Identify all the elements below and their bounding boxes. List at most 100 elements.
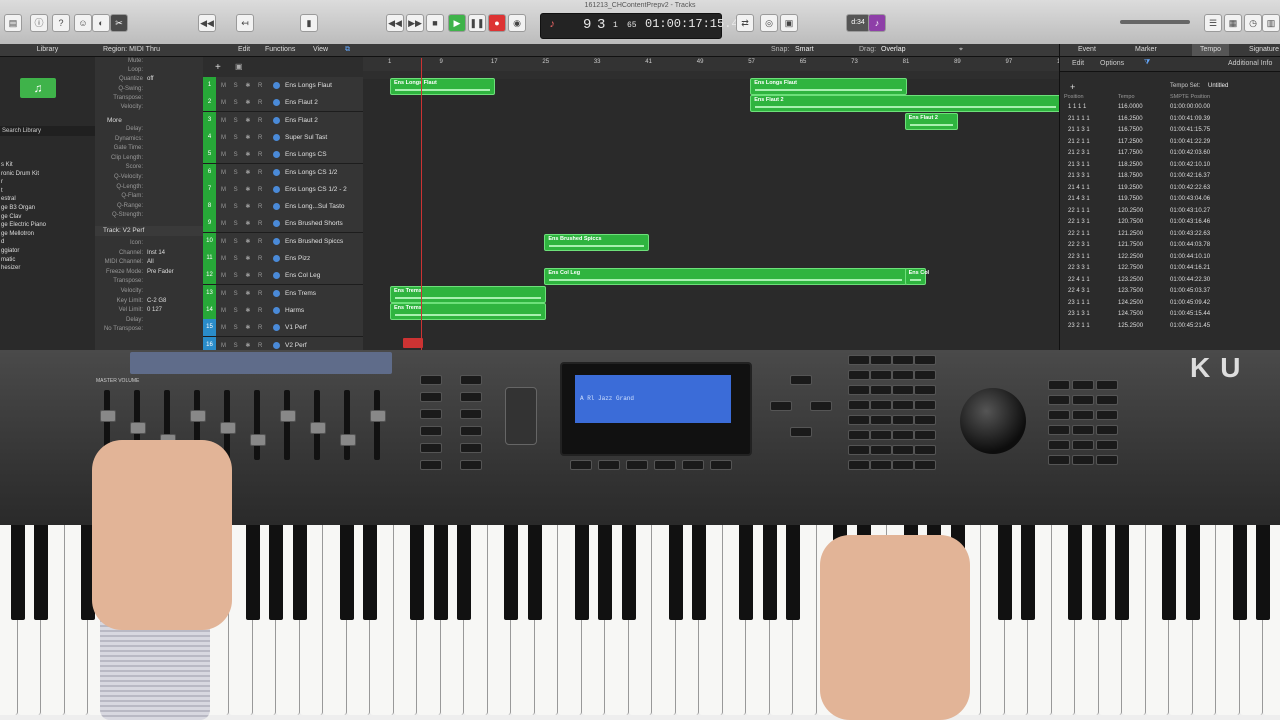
synth-button[interactable] [420,426,442,436]
smart-controls-icon[interactable]: ◐ [92,14,110,32]
track-on-icon[interactable] [273,237,280,245]
play-button[interactable]: ▶ [448,14,466,32]
synth-button[interactable] [870,370,892,380]
mixer-icon[interactable]: ✂ [110,14,128,32]
synth-button[interactable] [460,460,482,470]
cursor-right-button[interactable] [810,401,832,411]
arrange-area[interactable]: Snap: Smart Drag: Overlap ⌖ 1 9 17 25 33 41 49… [363,44,1067,350]
synth-button[interactable] [460,443,482,453]
cursor-up-button[interactable] [790,375,812,385]
slider-knob[interactable] [220,422,236,434]
functions-menu[interactable]: Functions [265,44,295,56]
synth-button[interactable] [914,385,936,395]
cycle-left-button[interactable]: ▮ [300,14,318,32]
black-key[interactable] [527,525,542,620]
track-buttons[interactable]: M S ✱ R [221,272,265,279]
list-editors-icon[interactable]: ☰ [1204,14,1222,32]
track-on-icon[interactable] [273,255,280,262]
tempo-event-row[interactable]: 22 2 3 1 121.7500 01:00:44:03.78 [1068,242,1273,253]
black-key[interactable] [1256,525,1270,620]
black-key[interactable] [1185,525,1200,620]
inspector-param-row[interactable]: Icon: [95,240,203,250]
track-on-icon[interactable] [273,306,280,314]
track-name[interactable]: Ens Longs CS 1/2 [285,169,337,176]
midi-region[interactable]: Ens Longs Flaut [390,78,495,95]
f6-button[interactable] [710,460,732,470]
track-buttons[interactable]: M S ✱ R [221,255,265,262]
tempo-event-row[interactable]: 21 1 1 1 116.2500 01:00:41:09.39 [1068,116,1273,127]
browser-icon[interactable]: ▥ [1262,14,1280,32]
track-name[interactable]: Ens Longs Flaut [285,82,332,89]
black-key[interactable] [433,525,448,620]
synth-button[interactable] [1072,440,1094,450]
synth-button[interactable] [914,445,936,455]
track-buttons[interactable]: M S ✱ R [221,117,265,124]
tab-event[interactable]: Event [1078,44,1096,56]
tempo-event-row[interactable]: 21 1 3 1 116.7500 01:00:41:15.75 [1068,127,1273,138]
synth-button[interactable] [1096,410,1118,420]
synth-button[interactable] [870,355,892,365]
track-header-row[interactable]: 8 M S ✱ R Ens Long...Sul Tasto [203,198,363,217]
tempo-event-row[interactable]: 22 1 1 1 120.2500 01:00:43:10.27 [1068,208,1273,219]
synth-button[interactable] [914,415,936,425]
track-name[interactable]: Ens Trems [285,290,316,297]
synth-button[interactable] [848,355,870,365]
synth-button[interactable] [1096,455,1118,465]
rewind-button[interactable]: ◀◀ [198,14,216,32]
midi-region[interactable]: Ens Trems [390,302,547,320]
black-key[interactable] [621,525,636,620]
inspector-param-row[interactable]: Q-Range: [95,203,203,213]
black-key[interactable] [457,525,471,620]
tempo-set-select[interactable]: Untitled [1208,83,1228,89]
more-header[interactable]: More [107,117,122,124]
synth-button[interactable] [848,430,870,440]
black-key[interactable] [363,525,377,620]
tab-tempo[interactable]: Tempo [1192,44,1230,56]
synth-button[interactable] [914,460,936,470]
library-item[interactable]: hesizer [0,265,96,271]
inspector-param-row[interactable]: Velocity: [95,288,203,298]
synth-button[interactable] [1096,425,1118,435]
synth-button[interactable] [870,460,892,470]
tab-marker[interactable]: Marker [1135,44,1157,56]
midi-region[interactable]: Ens Trems [390,285,547,303]
track-buttons[interactable]: M S ✱ R [221,169,265,176]
track-on-icon[interactable] [273,220,280,228]
tempo-event-row[interactable]: 22 3 1 1 122.2500 01:00:44:10.10 [1068,254,1273,265]
track-header-row[interactable]: 3 M S ✱ R Ens Flaut 2 [203,111,363,130]
synth-button[interactable] [460,392,482,402]
track-on-icon[interactable] [273,99,280,107]
black-key[interactable] [1091,525,1106,620]
inspector-param-row[interactable]: Mute: [95,58,203,67]
black-key[interactable] [1068,525,1082,620]
library-item[interactable]: ge Mellotron [0,231,96,237]
library-toggle-icon[interactable]: ▤ [4,14,22,32]
synth-button[interactable] [870,430,892,440]
tempo-event-row[interactable]: 1 1 1 1 116.0000 01:00:00:00.00 [1068,104,1273,115]
synth-button[interactable] [848,460,870,470]
midi-region[interactable]: Ens Col [904,268,929,286]
track-name[interactable]: Ens Flaut 2 [285,99,318,106]
track-on-icon[interactable] [273,82,280,89]
toolbar-icon[interactable]: ☺ [74,14,92,32]
track-header-row[interactable]: 1 M S ✱ R Ens Longs Flaut [203,77,363,95]
track-name[interactable]: Ens Longs CS [285,151,327,158]
synth-button[interactable] [460,426,482,436]
track-buttons[interactable]: M S ✱ R [221,307,265,314]
stop-button[interactable]: ■ [426,14,444,32]
filter-icon[interactable]: ⧩ [1144,59,1150,67]
tempo-event-row[interactable]: 21 2 3 1 117.7500 01:00:42:03.60 [1068,150,1273,161]
synth-button[interactable] [1072,425,1094,435]
track-buttons[interactable]: M S ✱ R [221,342,265,349]
tempo-event-row[interactable]: 22 3 3 1 122.7500 01:00:44:16.21 [1068,265,1273,276]
back-button[interactable]: ◀◀ [386,14,404,32]
track-on-icon[interactable] [273,272,280,280]
track-header-row[interactable]: 13 M S ✱ R Ens Trems [203,284,363,303]
synth-button[interactable] [1048,395,1070,405]
library-item[interactable]: d [0,239,96,245]
zoom-icon[interactable]: ⌖ [959,44,963,56]
synth-button[interactable] [420,409,442,419]
library-item[interactable]: s Kit [0,162,96,168]
track-on-icon[interactable] [273,168,280,176]
inspector-param-row[interactable]: Channel: Inst 14 [95,250,203,260]
